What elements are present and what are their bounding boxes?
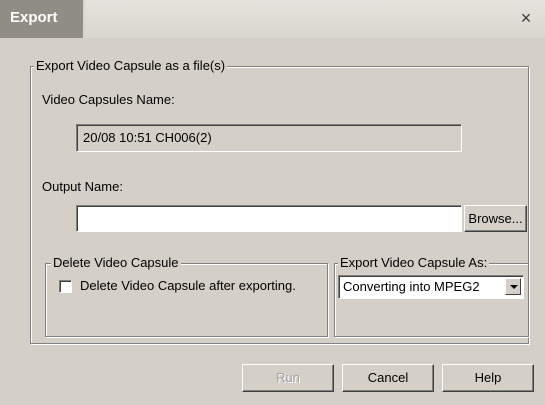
delete-checkbox[interactable] (59, 280, 72, 293)
delete-checkbox-label[interactable]: Delete Video Capsule after exporting. (80, 278, 296, 293)
title-tab: Export (0, 0, 85, 38)
capsule-name-label: Video Capsules Name: (42, 92, 175, 107)
delete-group-legend: Delete Video Capsule (51, 255, 181, 270)
run-button[interactable]: Run (242, 364, 334, 392)
help-button[interactable]: Help (442, 364, 534, 392)
format-select[interactable]: Converting into MPEG2 (338, 275, 524, 299)
window-title: Export (10, 9, 58, 26)
browse-button-label: Browse... (468, 211, 523, 226)
format-group-legend: Export Video Capsule As: (338, 255, 490, 270)
export-group-legend: Export Video Capsule as a file(s) (34, 58, 228, 73)
help-button-label: Help (474, 370, 502, 385)
browse-button[interactable]: Browse... (464, 205, 527, 232)
capsule-name-field: 20/08 10:51 CH006(2) (76, 124, 462, 152)
output-name-label: Output Name: (42, 179, 123, 194)
format-select-value: Converting into MPEG2 (343, 279, 480, 294)
chevron-down-icon[interactable] (505, 278, 521, 295)
delete-group (45, 263, 328, 337)
export-dialog: Export Video Capsule as a file(s) Video … (0, 38, 545, 405)
close-icon[interactable]: × (517, 9, 535, 27)
cancel-button[interactable]: Cancel (342, 364, 434, 392)
title-bar: Export × (0, 0, 545, 39)
output-name-input[interactable] (76, 205, 462, 232)
cancel-button-label: Cancel (367, 370, 409, 385)
run-button-label: Run (276, 370, 300, 385)
